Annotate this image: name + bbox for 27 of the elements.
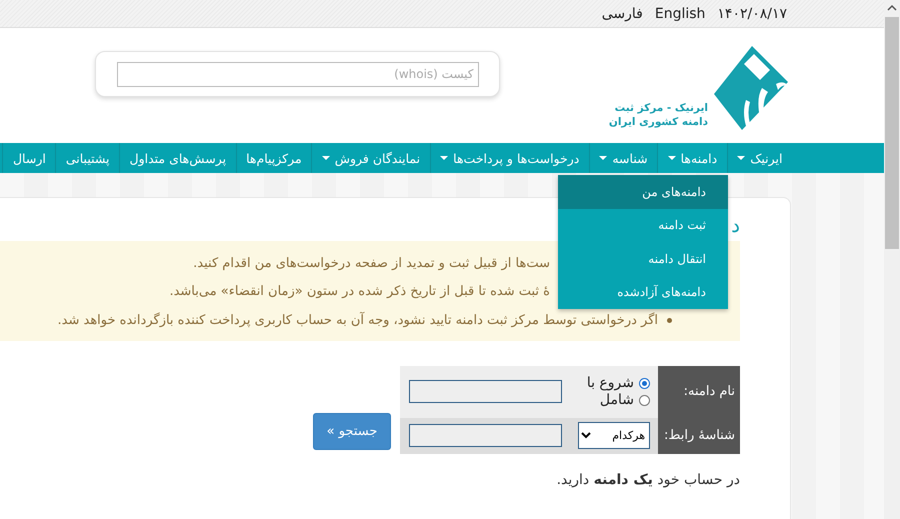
search-button[interactable]: جستجو » [313,412,391,450]
notice-text: اگر درخواستی توسط مرکز ثبت دامنه تایید نشود، وجه آن به حساب کاربری پرداخت کننده بازگردانده خواهد شد. [58,312,658,328]
input-field[interactable] [408,380,562,403]
radio-option[interactable]: شروع با [570,375,650,391]
menu-item[interactable]: دامنه‌های آزادشده [558,276,728,309]
summary-text: در حساب خود یک دامنه دارید. [556,472,740,488]
radio-option[interactable]: شامل [570,392,650,408]
notice-text: ۀ ثبت شده تا قبل از تاریخ ذکر شده در ستون «زمان انقضاء» می‌باشد. [169,284,550,300]
whois-search-field[interactable]: کیست (whois) [116,62,478,86]
menu-item[interactable]: دامنه‌های من [558,175,728,208]
logo-icon [712,44,790,132]
language-link[interactable]: فارسی [602,6,643,22]
contact-select[interactable]: هرکدام [578,422,650,449]
language-link[interactable]: English [654,6,706,22]
field-label: شناسۀ رابط: [658,418,740,454]
scrollbar-thumb[interactable] [885,17,899,249]
date-text: ۱۴۰۲/۰۸/۱۷ [717,6,787,22]
page-heading: د [731,212,740,239]
input-field[interactable] [408,424,562,447]
logo-text: ایرنیک - مرکز ثبت دامنه کشوری ایران [608,101,708,129]
menu-item[interactable]: انتقال دامنه [558,242,728,276]
menu-item[interactable]: ثبت دامنه [558,208,728,242]
notice-text: ست‌ها از قبیل ثبت و تمدید از صفحه درخواست‌های من اقدام کنید. [193,256,550,271]
radio-button[interactable] [639,378,650,388]
scroll-up-icon[interactable] [887,4,897,11]
field-label: نام دامنه: [658,366,740,418]
radio-button[interactable] [639,394,650,406]
